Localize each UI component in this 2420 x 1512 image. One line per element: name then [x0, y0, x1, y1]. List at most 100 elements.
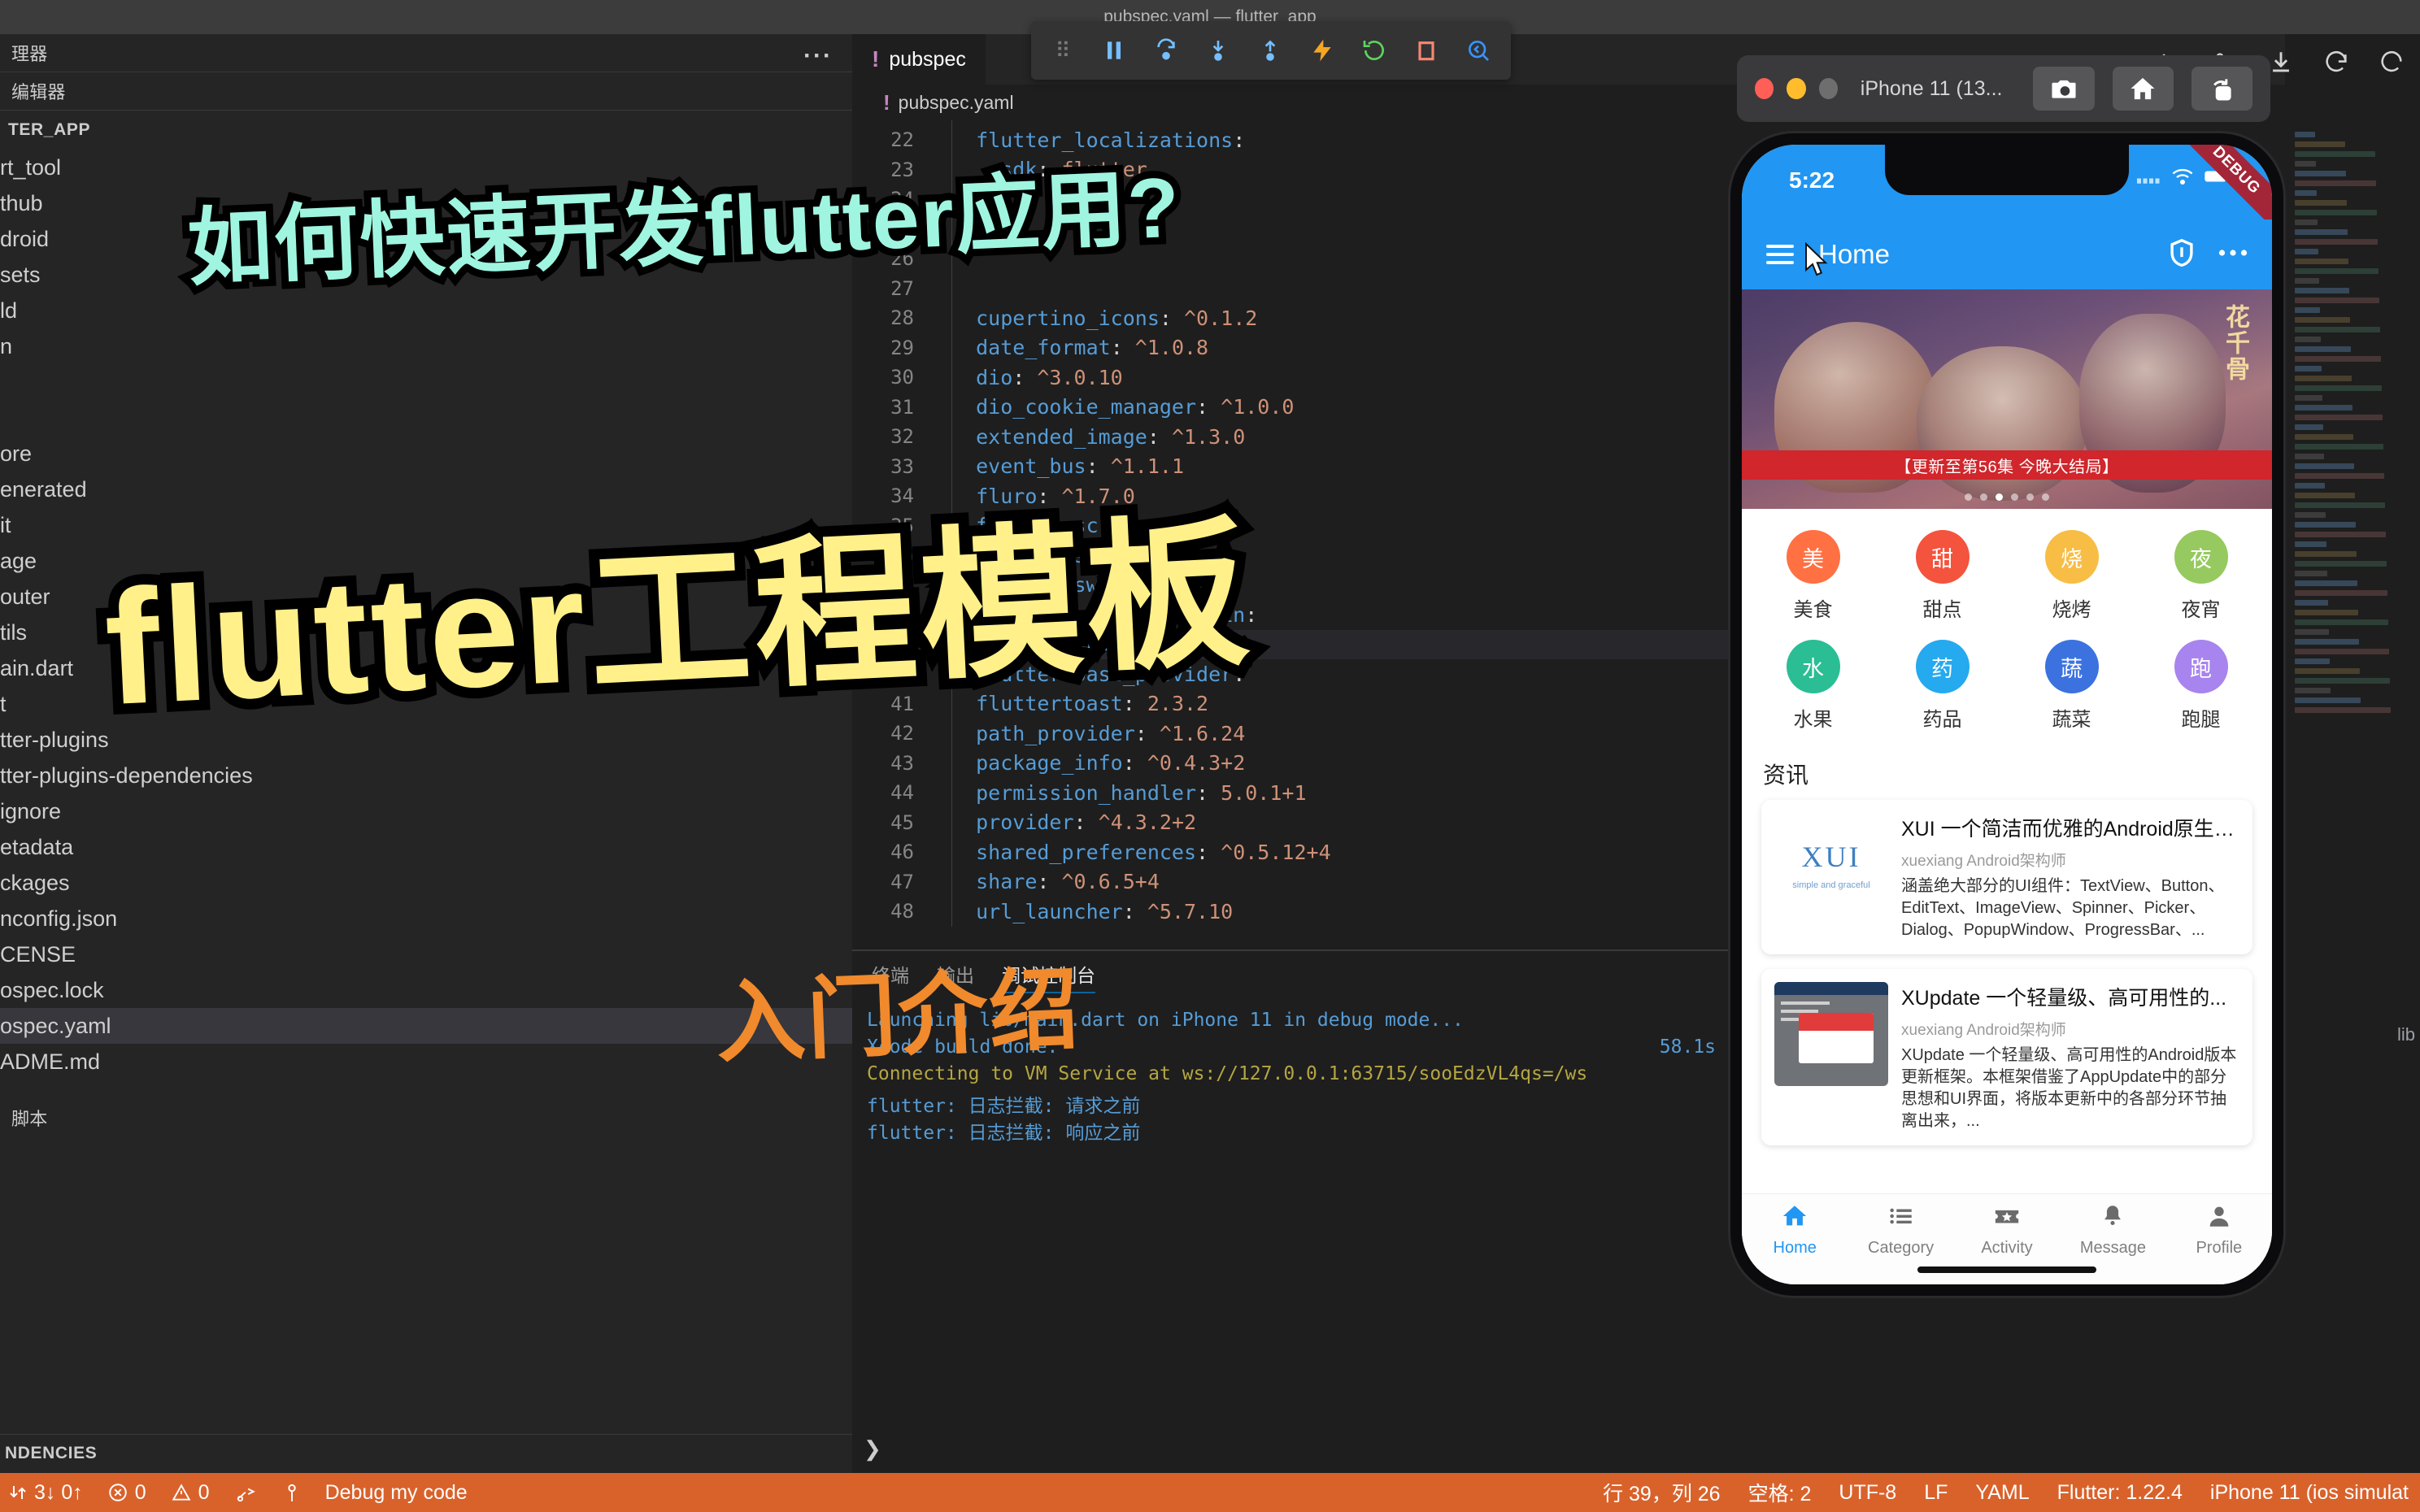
minimap-line: [2295, 502, 2385, 508]
drag-handle[interactable]: ⠿: [1036, 25, 1088, 76]
sidebar-section-manager[interactable]: 理器: [0, 34, 852, 72]
file-tree-item-label: sets: [0, 262, 41, 287]
minimap-line: [2295, 610, 2358, 615]
menu-icon[interactable]: [1766, 240, 1794, 269]
status-flutter-version[interactable]: Flutter: 1.22.4: [2057, 1481, 2183, 1505]
tab-profile[interactable]: Profile: [2166, 1202, 2272, 1258]
file-tree-item[interactable]: ignore: [0, 793, 852, 829]
maximize-button[interactable]: [1818, 78, 1838, 99]
restart-button[interactable]: [1348, 25, 1400, 76]
tab-activity[interactable]: Activity: [1954, 1202, 2060, 1258]
file-tree-item[interactable]: ckages: [0, 865, 852, 901]
category-item[interactable]: 药药品: [1878, 640, 2007, 732]
code-text: url_launcher: ^5.7.10: [976, 899, 1234, 923]
sidebar-project-header[interactable]: TER_APP ···: [0, 42, 852, 150]
sidebar-more-icon[interactable]: ···: [803, 42, 833, 70]
carousel-dot[interactable]: [1965, 493, 1972, 501]
carousel-dot-active[interactable]: [1996, 493, 2003, 501]
news-list[interactable]: XUI simple and graceful XUI 一个简洁而优雅的Androi…: [1742, 800, 2272, 1145]
debug-toolbar[interactable]: ⠿: [1031, 21, 1511, 80]
minimap-line: [2295, 327, 2380, 332]
status-debug-indicator[interactable]: [283, 1482, 301, 1503]
app-bar[interactable]: Home: [1742, 219, 2272, 289]
file-tree-item[interactable]: [0, 400, 852, 436]
pause-button[interactable]: [1088, 25, 1140, 76]
ios-simulator-window[interactable]: iPhone 11 (13... 5:22 DEBUG Home 花千骨 【更新…: [1730, 55, 2283, 1296]
tab-home[interactable]: Home: [1742, 1202, 1848, 1258]
category-item[interactable]: 蔬蔬菜: [2007, 640, 2136, 732]
status-encoding[interactable]: UTF-8: [1839, 1481, 1896, 1505]
line-number: 22: [890, 128, 914, 152]
tab-category[interactable]: Category: [1848, 1202, 1953, 1258]
stop-button[interactable]: [1400, 25, 1452, 76]
hot-reload-button[interactable]: [1296, 25, 1348, 76]
carousel-dots[interactable]: [1965, 493, 2049, 501]
file-tree-item[interactable]: nconfig.json: [0, 901, 852, 936]
rotate-button[interactable]: [2191, 67, 2252, 111]
minimap-line: [2295, 356, 2381, 362]
chevron-right-icon[interactable]: ❯: [864, 1436, 881, 1462]
file-tree-item[interactable]: [0, 364, 852, 400]
sidebar-section-scripts[interactable]: 脚本: [0, 1099, 852, 1136]
carousel-dot[interactable]: [2026, 493, 2034, 501]
minimap-line: [2295, 649, 2389, 654]
status-cursor-position[interactable]: 行 39，列 26: [1603, 1478, 1721, 1507]
minimize-button[interactable]: [1787, 78, 1806, 99]
status-bar-left[interactable]: 3↓ 0↑ 0 0 Debug my code: [0, 1481, 468, 1505]
category-item[interactable]: 跑跑腿: [2136, 640, 2265, 732]
open-devtools-button[interactable]: [1452, 25, 1504, 76]
step-out-button[interactable]: [1244, 25, 1296, 76]
shield-icon[interactable]: [2168, 237, 2196, 272]
status-flutter-inspector[interactable]: [234, 1482, 259, 1503]
banner-carousel[interactable]: 花千骨 【更新至第56集 今晚大结局】: [1742, 289, 2272, 509]
category-item[interactable]: 夜夜宵: [2136, 530, 2265, 622]
status-debug-config[interactable]: Debug my code: [325, 1481, 468, 1505]
carousel-dot[interactable]: [2011, 493, 2018, 501]
category-item[interactable]: 美美食: [1748, 530, 1878, 622]
screenshot-button[interactable]: [2033, 67, 2095, 111]
minimap-line: [2295, 190, 2317, 196]
minimap-rail[interactable]: lib ☰: [2285, 34, 2420, 1501]
file-tree-item[interactable]: n: [0, 328, 852, 364]
sidebar-scripts-label: 脚本: [11, 1109, 48, 1129]
status-language-mode[interactable]: YAML: [1975, 1481, 2029, 1505]
minimap-line: [2295, 483, 2325, 489]
status-errors[interactable]: 0: [107, 1481, 146, 1505]
news-card[interactable]: XUI simple and graceful XUI 一个简洁而优雅的Androi…: [1761, 800, 2252, 954]
step-over-button[interactable]: [1140, 25, 1192, 76]
file-tree-item-label: it: [0, 512, 11, 537]
sidebar-section-editor[interactable]: 编辑器: [0, 72, 852, 110]
tab-message[interactable]: Message: [2060, 1202, 2165, 1258]
phone-screen[interactable]: 5:22 DEBUG Home 花千骨 【更新至第56集 今晚大结局】 美 美食…: [1742, 145, 2272, 1284]
status-bar[interactable]: 3↓ 0↑ 0 0 Debug my code 行 39，列 26 空格: 2 UT…: [0, 1473, 2420, 1512]
sync-icon[interactable]: [2322, 49, 2350, 76]
carousel-dot[interactable]: [1980, 493, 1987, 501]
minimap[interactable]: [2295, 132, 2417, 713]
status-sync[interactable]: 3↓ 0↑: [8, 1481, 83, 1505]
step-into-button[interactable]: [1192, 25, 1244, 76]
category-grid[interactable]: 美美食甜甜点烧烧烤夜夜宵水水果药药品蔬蔬菜跑跑腿: [1742, 509, 2272, 754]
carousel-dot[interactable]: [2042, 493, 2049, 501]
home-button[interactable]: [2112, 67, 2174, 111]
tab-pubspec[interactable]: ! pubspec: [852, 34, 986, 85]
category-icon: 烧: [2044, 530, 2099, 584]
more-actions-icon[interactable]: [2378, 49, 2405, 76]
file-tree-item[interactable]: etadata: [0, 829, 852, 865]
status-device-selector[interactable]: iPhone 11 (ios simulat: [2210, 1481, 2409, 1505]
file-tree-item[interactable]: ore: [0, 436, 852, 471]
simulator-titlebar[interactable]: iPhone 11 (13...: [1737, 55, 2270, 122]
file-tree-item[interactable]: tter-plugins-dependencies: [0, 758, 852, 793]
status-eol[interactable]: LF: [1924, 1481, 1948, 1505]
sidebar-dependencies-header[interactable]: NDENCIES: [0, 1434, 852, 1473]
minimap-line: [2295, 571, 2327, 576]
category-item[interactable]: 烧烧烤: [2007, 530, 2136, 622]
category-item[interactable]: 甜甜点: [1878, 530, 2007, 622]
news-card[interactable]: XUpdate 一个轻量级、高可用性的... xuexiang Android架构…: [1761, 969, 2252, 1145]
status-indentation[interactable]: 空格: 2: [1748, 1478, 1812, 1507]
more-icon[interactable]: [2218, 247, 2248, 262]
category-item[interactable]: 水水果: [1748, 640, 1878, 732]
status-warnings[interactable]: 0: [171, 1481, 210, 1505]
close-button[interactable]: [1755, 78, 1774, 99]
status-bar-right[interactable]: 行 39，列 26 空格: 2 UTF-8 LF YAML Flutter: 1.22.4…: [1603, 1478, 2420, 1507]
file-tree-item[interactable]: ld: [0, 293, 852, 328]
